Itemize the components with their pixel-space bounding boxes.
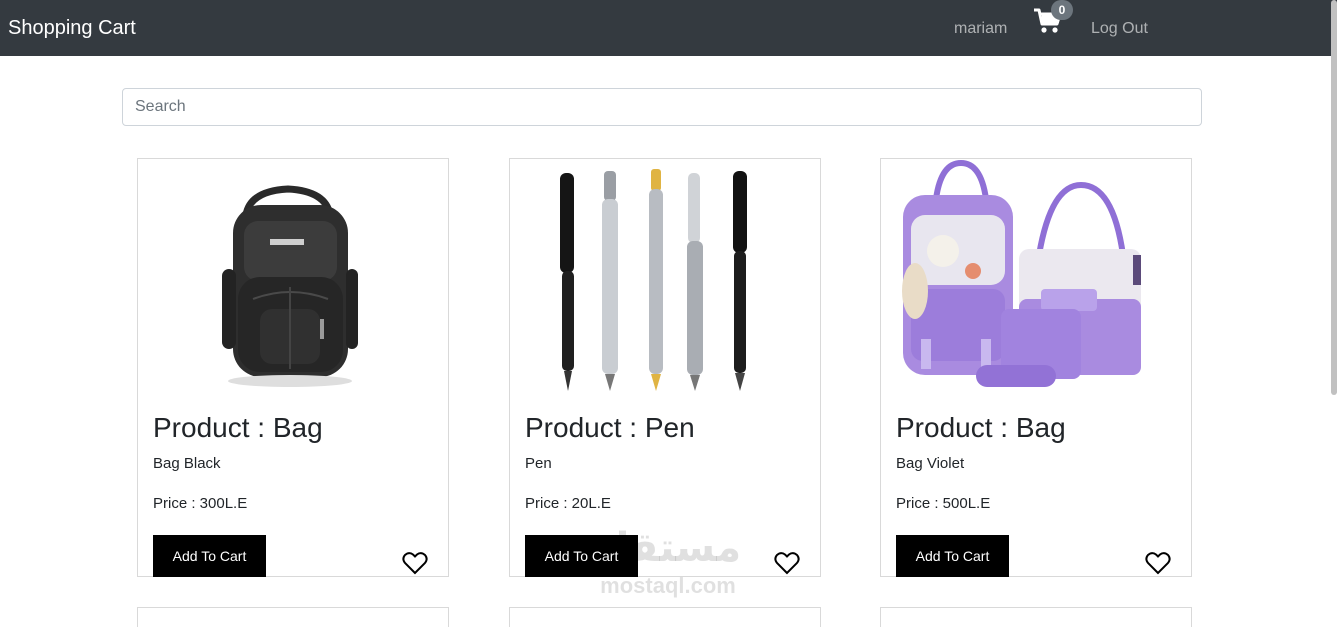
product-image-pens-set — [510, 159, 820, 399]
cart-count-badge: 0 — [1051, 0, 1073, 20]
brand-link[interactable]: Shopping Cart — [8, 16, 136, 40]
product-description: Bag Black — [153, 455, 221, 472]
search-input[interactable] — [122, 88, 1202, 126]
product-price: Price : 300L.E — [153, 495, 248, 512]
product-card: Product : Pen Pen Price : 20L.E Add To C… — [509, 158, 821, 577]
page-scrollbar[interactable] — [1331, 0, 1337, 395]
product-card-partial — [137, 607, 449, 627]
product-price: Price : 500L.E — [896, 495, 991, 512]
logout-link[interactable]: Log Out — [1091, 20, 1148, 38]
add-to-cart-button[interactable]: Add To Cart — [525, 535, 638, 577]
heart-outline-icon[interactable] — [402, 551, 428, 575]
product-image-violet-bag-set — [881, 159, 1191, 399]
add-to-cart-button[interactable]: Add To Cart — [153, 535, 266, 577]
product-image-black-backpack — [138, 159, 448, 399]
product-description: Pen — [525, 455, 552, 472]
cart-button[interactable]: 0 — [1033, 0, 1073, 36]
product-description: Bag Violet — [896, 455, 965, 472]
add-to-cart-button[interactable]: Add To Cart — [896, 535, 1009, 577]
product-price: Price : 20L.E — [525, 495, 611, 512]
heart-outline-icon[interactable] — [1145, 551, 1171, 575]
product-title: Product : Pen — [525, 412, 695, 443]
user-name-link[interactable]: mariam — [954, 20, 1007, 38]
product-card-partial — [880, 607, 1192, 627]
heart-outline-icon[interactable] — [774, 551, 800, 575]
product-card: Product : Bag Bag Violet Price : 500L.E … — [880, 158, 1192, 577]
product-card-partial — [509, 607, 821, 627]
product-title: Product : Bag — [153, 412, 323, 443]
product-title: Product : Bag — [896, 412, 1066, 443]
product-card: Product : Bag Bag Black Price : 300L.E A… — [137, 158, 449, 577]
top-navbar: Shopping Cart mariam 0 Log Out — [0, 0, 1337, 56]
